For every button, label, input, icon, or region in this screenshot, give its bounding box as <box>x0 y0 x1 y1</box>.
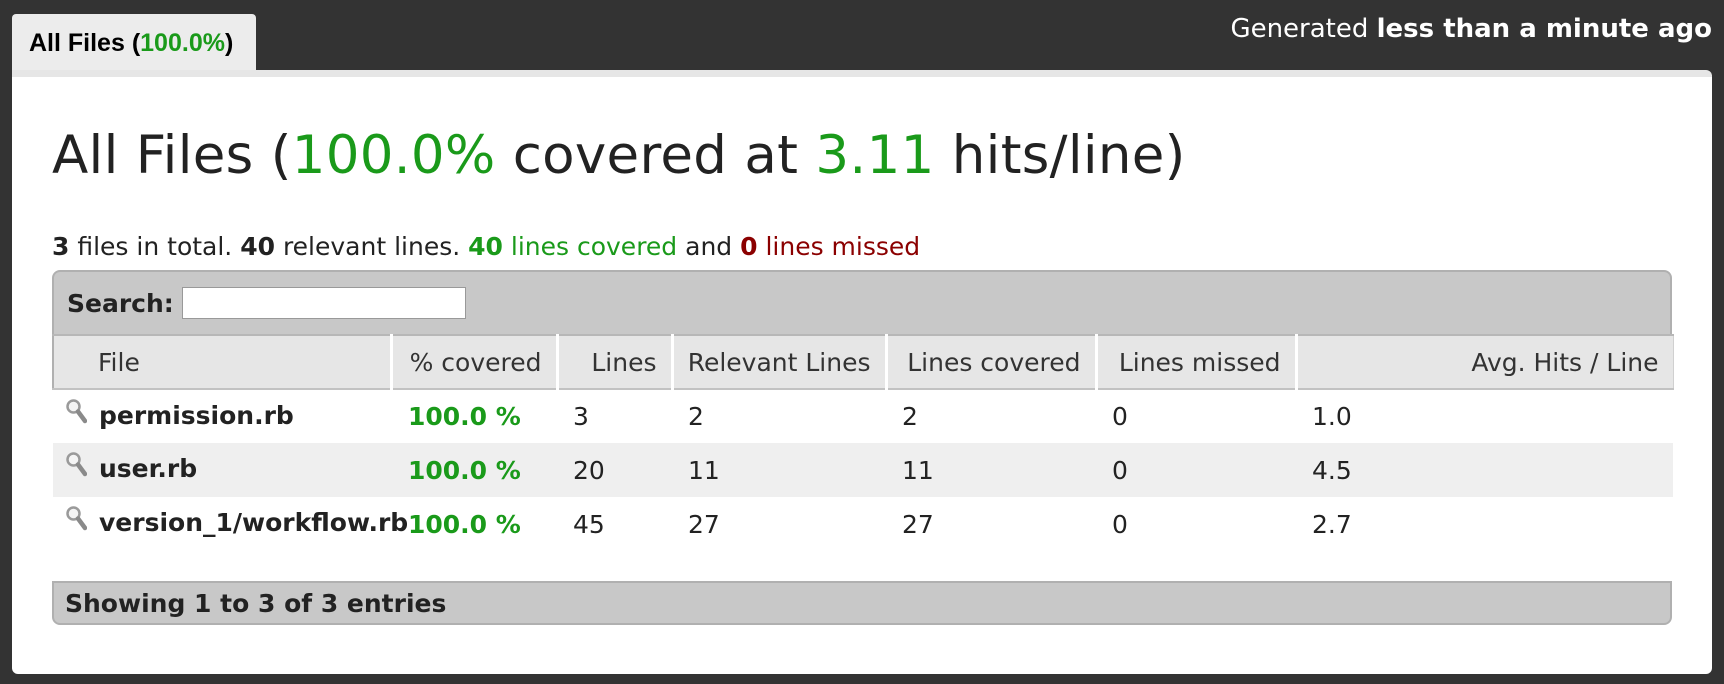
title-percent: 100.0% <box>291 125 496 186</box>
column-header-avg-hits[interactable]: Avg. Hits / Line <box>1294 334 1674 390</box>
table-info-footer: Showing 1 to 3 of 3 entries <box>52 581 1672 625</box>
lines-missed-cell: 0 <box>1096 389 1296 443</box>
lines-covered-cell: 2 <box>886 389 1096 443</box>
relevant-count: 40 <box>240 232 275 261</box>
and-text: and <box>677 232 741 261</box>
title-middle: covered at <box>495 125 816 186</box>
search-bar: Search: <box>52 270 1672 334</box>
lines-covered-cell: 27 <box>886 497 1096 551</box>
title-prefix: All Files ( <box>52 125 292 186</box>
covered-text: lines covered <box>502 232 678 261</box>
magnifier-icon <box>65 451 88 483</box>
files-count: 3 <box>52 232 70 261</box>
relevant-lines-cell: 27 <box>672 497 886 551</box>
lines-missed-cell: 0 <box>1096 497 1296 551</box>
column-header-lines[interactable]: Lines <box>555 334 672 390</box>
lines-cell: 45 <box>557 497 672 551</box>
table-header-row: File % covered Lines Relevant Lines Line… <box>52 334 1674 390</box>
page-title: All Files (100.0% covered at 3.11 hits/l… <box>52 125 1186 186</box>
file-link[interactable]: version_1/workflow.rb <box>99 508 408 537</box>
file-cell: permission.rb <box>53 389 391 443</box>
tab-percent: 100.0% <box>140 29 225 57</box>
table-spacer <box>52 551 1672 581</box>
entries-info: Showing 1 to 3 of 3 entries <box>65 588 447 618</box>
title-suffix: hits/line) <box>934 125 1186 186</box>
percent-covered-cell: 100.0 % <box>391 497 557 551</box>
magnifier-icon <box>65 398 88 430</box>
title-hits: 3.11 <box>815 125 935 186</box>
relevant-lines-cell: 2 <box>672 389 886 443</box>
file-link[interactable]: user.rb <box>99 454 197 483</box>
generated-prefix: Generated <box>1230 14 1369 44</box>
main-panel: All Files (100.0% covered at 3.11 hits/l… <box>12 70 1712 674</box>
column-header-relevant-lines[interactable]: Relevant Lines <box>670 334 886 390</box>
avg-hits-cell: 2.7 <box>1296 497 1673 551</box>
generated-timestamp: Generated less than a minute ago <box>1230 14 1712 44</box>
table-row: version_1/workflow.rb 100.0 % 45 27 27 0… <box>53 497 1673 551</box>
file-cell: version_1/workflow.rb <box>53 497 408 551</box>
avg-hits-cell: 1.0 <box>1296 389 1673 443</box>
avg-hits-cell: 4.5 <box>1296 443 1673 497</box>
column-header-percent-covered[interactable]: % covered <box>389 334 557 390</box>
table-row: permission.rb 100.0 % 3 2 2 0 1.0 <box>53 389 1673 443</box>
column-header-lines-missed[interactable]: Lines missed <box>1094 334 1296 390</box>
percent-covered-cell: 100.0 % <box>391 389 557 443</box>
file-cell: user.rb <box>53 443 391 497</box>
percent-covered-cell: 100.0 % <box>391 443 557 497</box>
missed-summary: 0 lines missed <box>740 232 920 261</box>
tab-all-files[interactable]: All Files (100.0%) <box>12 14 256 76</box>
generated-time: less than a minute ago <box>1376 14 1712 44</box>
missed-count: 0 <box>740 232 758 261</box>
missed-text: lines missed <box>757 232 921 261</box>
covered-summary: 40 lines covered <box>468 232 677 261</box>
covered-count: 40 <box>468 232 503 261</box>
magnifier-icon <box>65 505 88 537</box>
file-list-table: Search: File % covered Lines Relevant Li… <box>52 270 1674 625</box>
file-link[interactable]: permission.rb <box>99 401 294 430</box>
lines-covered-cell: 11 <box>886 443 1096 497</box>
relevant-text: relevant lines. <box>275 232 469 261</box>
lines-cell: 20 <box>557 443 672 497</box>
lines-cell: 3 <box>557 389 672 443</box>
column-header-lines-covered[interactable]: Lines covered <box>884 334 1096 390</box>
files-text: files in total. <box>69 232 241 261</box>
tab-label: All Files <box>29 29 125 57</box>
lines-missed-cell: 0 <box>1096 443 1296 497</box>
search-label: Search: <box>67 288 174 318</box>
files-table: File % covered Lines Relevant Lines Line… <box>52 334 1674 551</box>
coverage-summary: 3 files in total. 40 relevant lines. 40 … <box>52 232 920 261</box>
search-input[interactable] <box>181 287 466 319</box>
table-row: user.rb 100.0 % 20 11 11 0 4.5 <box>53 443 1673 497</box>
column-header-file[interactable]: File <box>52 334 391 390</box>
relevant-lines-cell: 11 <box>672 443 886 497</box>
